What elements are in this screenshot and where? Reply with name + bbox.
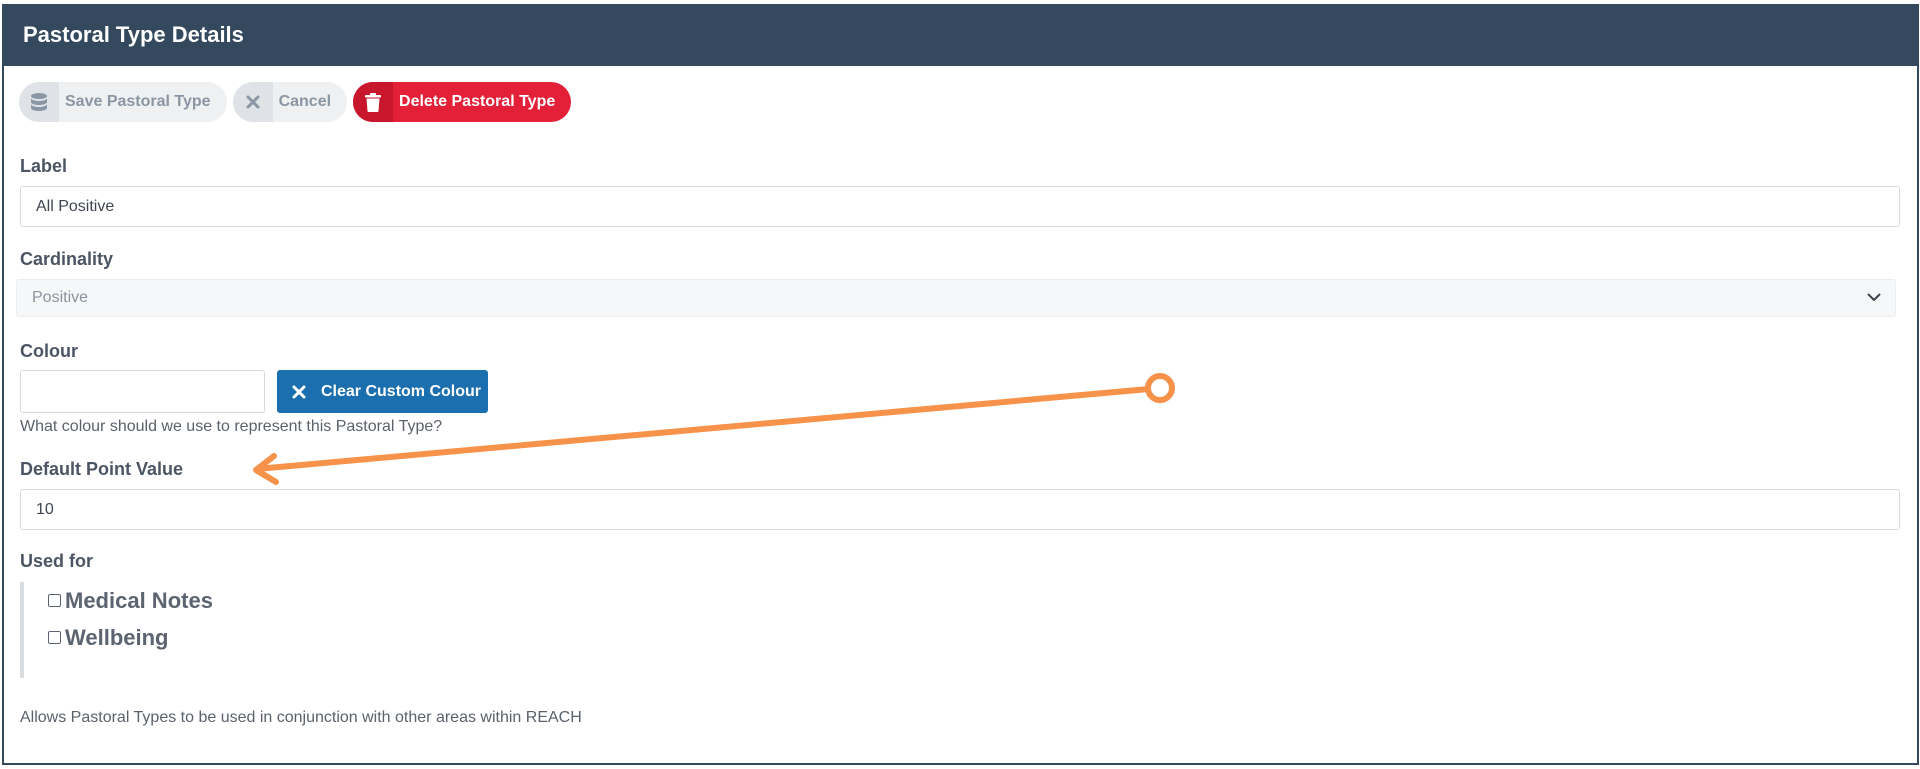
delete-button[interactable]: Delete Pastoral Type <box>353 82 572 122</box>
cardinality-select[interactable]: Positive <box>16 279 1896 317</box>
checkbox[interactable] <box>48 594 61 607</box>
save-button[interactable]: Save Pastoral Type <box>19 82 227 122</box>
checkbox-label: Wellbeing <box>65 624 169 650</box>
default-point-value-label: Default Point Value <box>20 459 184 479</box>
cardinality-selected-value: Positive <box>32 289 89 306</box>
close-icon <box>289 385 309 399</box>
delete-button-label: Delete Pastoral Type <box>399 93 556 110</box>
used-for-wellbeing[interactable]: Wellbeing <box>48 619 213 656</box>
used-for-medical-notes[interactable]: Medical Notes <box>48 582 213 619</box>
label-field-label: Label <box>20 156 68 176</box>
colour-field-label: Colour <box>20 341 78 361</box>
default-point-value-input[interactable] <box>20 489 1900 530</box>
used-for-help-text: Allows Pastoral Types to be used in conj… <box>20 709 582 726</box>
checkbox[interactable] <box>48 631 61 644</box>
database-icon <box>19 82 59 122</box>
colour-help-text: What colour should we use to represent t… <box>20 418 443 435</box>
used-for-label: Used for <box>20 551 94 571</box>
panel-header: Pastoral Type Details <box>4 4 1917 66</box>
cardinality-field-label: Cardinality <box>20 249 114 269</box>
cancel-button[interactable]: Cancel <box>232 82 348 122</box>
save-button-label: Save Pastoral Type <box>65 93 211 110</box>
trash-icon <box>353 82 394 122</box>
checkbox-label: Medical Notes <box>65 587 213 613</box>
toolbar: Save Pastoral Type Cancel Delete Pastora… <box>19 82 572 122</box>
close-icon <box>232 82 273 122</box>
colour-input[interactable] <box>20 370 265 413</box>
clear-custom-colour-button[interactable]: Clear Custom Colour <box>277 370 488 413</box>
cancel-button-label: Cancel <box>278 93 332 110</box>
clear-custom-colour-label: Clear Custom Colour <box>321 382 482 400</box>
used-for-group: Medical Notes Wellbeing <box>20 582 213 678</box>
chevron-down-icon <box>1867 289 1881 307</box>
label-input[interactable] <box>20 186 1900 227</box>
panel-title: Pastoral Type Details <box>23 22 244 47</box>
